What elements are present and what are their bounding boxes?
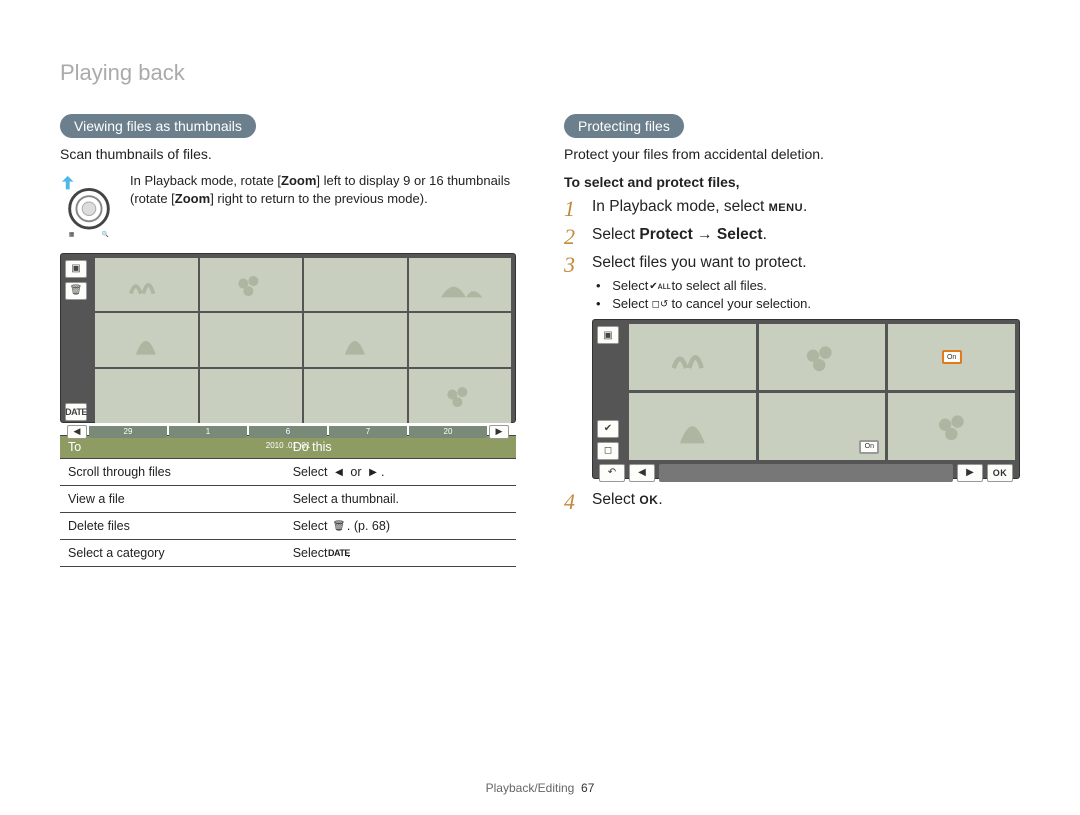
step-3: Select files you want to protect. Select… [564, 254, 1020, 479]
step-2: Select Protect → Select. [564, 226, 1020, 244]
protect-steps: In Playback mode, select MENU. Select Pr… [564, 198, 1020, 509]
ok-icon: OK [639, 493, 658, 507]
prev-page-icon: ◀ [67, 425, 87, 439]
cancel-selection-icon: ◻ [597, 442, 619, 460]
action-table: To Do this Scroll through files Select ◀… [60, 435, 516, 567]
thumbnail [95, 258, 198, 312]
thumbnail-screen: ▣ 🗑 DATE [60, 253, 516, 423]
left-arrow-icon: ◀ [331, 466, 347, 478]
protect-badge: On [859, 440, 879, 454]
back-icon: ↶ [599, 464, 625, 482]
footer-count: 1 [169, 426, 247, 438]
cell-to: Select a category [60, 539, 285, 566]
thumbnails-subtitle: Scan thumbnails of files. [60, 146, 516, 162]
zoom-instruction: In Playback mode, rotate [Zoom] left to … [130, 172, 516, 207]
right-arrow-icon: ▶ [957, 464, 983, 482]
footer-date: 2010 .01. 01 [65, 441, 511, 450]
thumbnail [409, 369, 512, 423]
select-all-icon: ✔ [597, 420, 619, 438]
trash-icon: 🗑 [331, 520, 347, 532]
cell-do: Select a thumbnail. [285, 485, 516, 512]
step-1: In Playback mode, select MENU. [564, 198, 1020, 216]
page-number: 67 [581, 781, 594, 795]
cancel-selection-icon: ◻↺ [652, 299, 668, 311]
thumbnail [304, 258, 407, 312]
ok-icon: OK [987, 464, 1013, 482]
thumbnail [759, 324, 886, 390]
left-column: Viewing files as thumbnails Scan thumbna… [60, 114, 516, 567]
footer-count: 20 [409, 426, 487, 438]
menu-icon: MENU [769, 202, 803, 214]
table-row: Scroll through files Select ◀ or ▶. [60, 458, 516, 485]
next-page-icon: ▶ [489, 425, 509, 439]
footer-count: 6 [249, 426, 327, 438]
protect-subtitle: Protect your files from accidental delet… [564, 146, 1020, 162]
thumbnail [95, 369, 198, 423]
thumbnail-selected: On [888, 324, 1015, 390]
thumbnail [200, 313, 303, 367]
thumbnail [888, 393, 1015, 459]
cell-do: Select ◀ or ▶. [285, 458, 516, 485]
thumbnail [629, 324, 756, 390]
footer-count: 29 [89, 426, 167, 438]
select-all-icon: ✔ᴀʟʟ [652, 281, 668, 293]
thumbnail [200, 258, 303, 312]
table-row: View a file Select a thumbnail. [60, 485, 516, 512]
thumbnail [409, 313, 512, 367]
protect-screen: ▣ ✔ ◻ On [592, 319, 1020, 479]
page-footer: Playback/Editing 67 [0, 781, 1080, 795]
date-icon: DATE [65, 403, 87, 421]
section-pill-protect: Protecting files [564, 114, 684, 138]
section-pill-thumbnails: Viewing files as thumbnails [60, 114, 256, 138]
thumbnail [304, 313, 407, 367]
cell-to: Delete files [60, 512, 285, 539]
thumbnail [95, 313, 198, 367]
protect-bold-sub: To select and protect files, [564, 174, 1020, 190]
thumbnail [629, 393, 756, 459]
svg-text:🔍: 🔍 [102, 230, 109, 238]
cell-do: Select 🗑. (p. 68) [285, 512, 516, 539]
thumbnail [304, 369, 407, 423]
step-4: Select OK. [564, 491, 1020, 509]
svg-text:▦: ▦ [69, 232, 75, 238]
playback-icon: ▣ [597, 326, 619, 344]
table-row: Select a category Select DATE. [60, 539, 516, 566]
left-arrow-icon: ◀ [629, 464, 655, 482]
playback-icon: ▣ [65, 260, 87, 278]
right-column: Protecting files Protect your files from… [564, 114, 1020, 567]
cell-to: View a file [60, 485, 285, 512]
thumbnail [200, 369, 303, 423]
cell-do: Select DATE. [285, 539, 516, 566]
footer-section: Playback/Editing [486, 781, 575, 795]
thumbnail: On [759, 393, 886, 459]
trash-icon: 🗑 [65, 282, 87, 300]
cell-to: Scroll through files [60, 458, 285, 485]
protect-badge: On [942, 350, 962, 364]
footer-count: 7 [329, 426, 407, 438]
step-3-sub-2: Select ◻↺ to cancel your selection. [596, 296, 1020, 311]
zoom-dial-icon: ▦ 🔍 [60, 172, 118, 243]
right-arrow-icon: ▶ [365, 466, 381, 478]
step-3-sub-1: Select ✔ᴀʟʟ to select all files. [596, 278, 1020, 293]
thumbnail [409, 258, 512, 312]
table-row: Delete files Select 🗑. (p. 68) [60, 512, 516, 539]
date-icon: DATE [331, 547, 347, 559]
page-heading: Playing back [60, 60, 1020, 86]
scroll-track [659, 464, 953, 482]
